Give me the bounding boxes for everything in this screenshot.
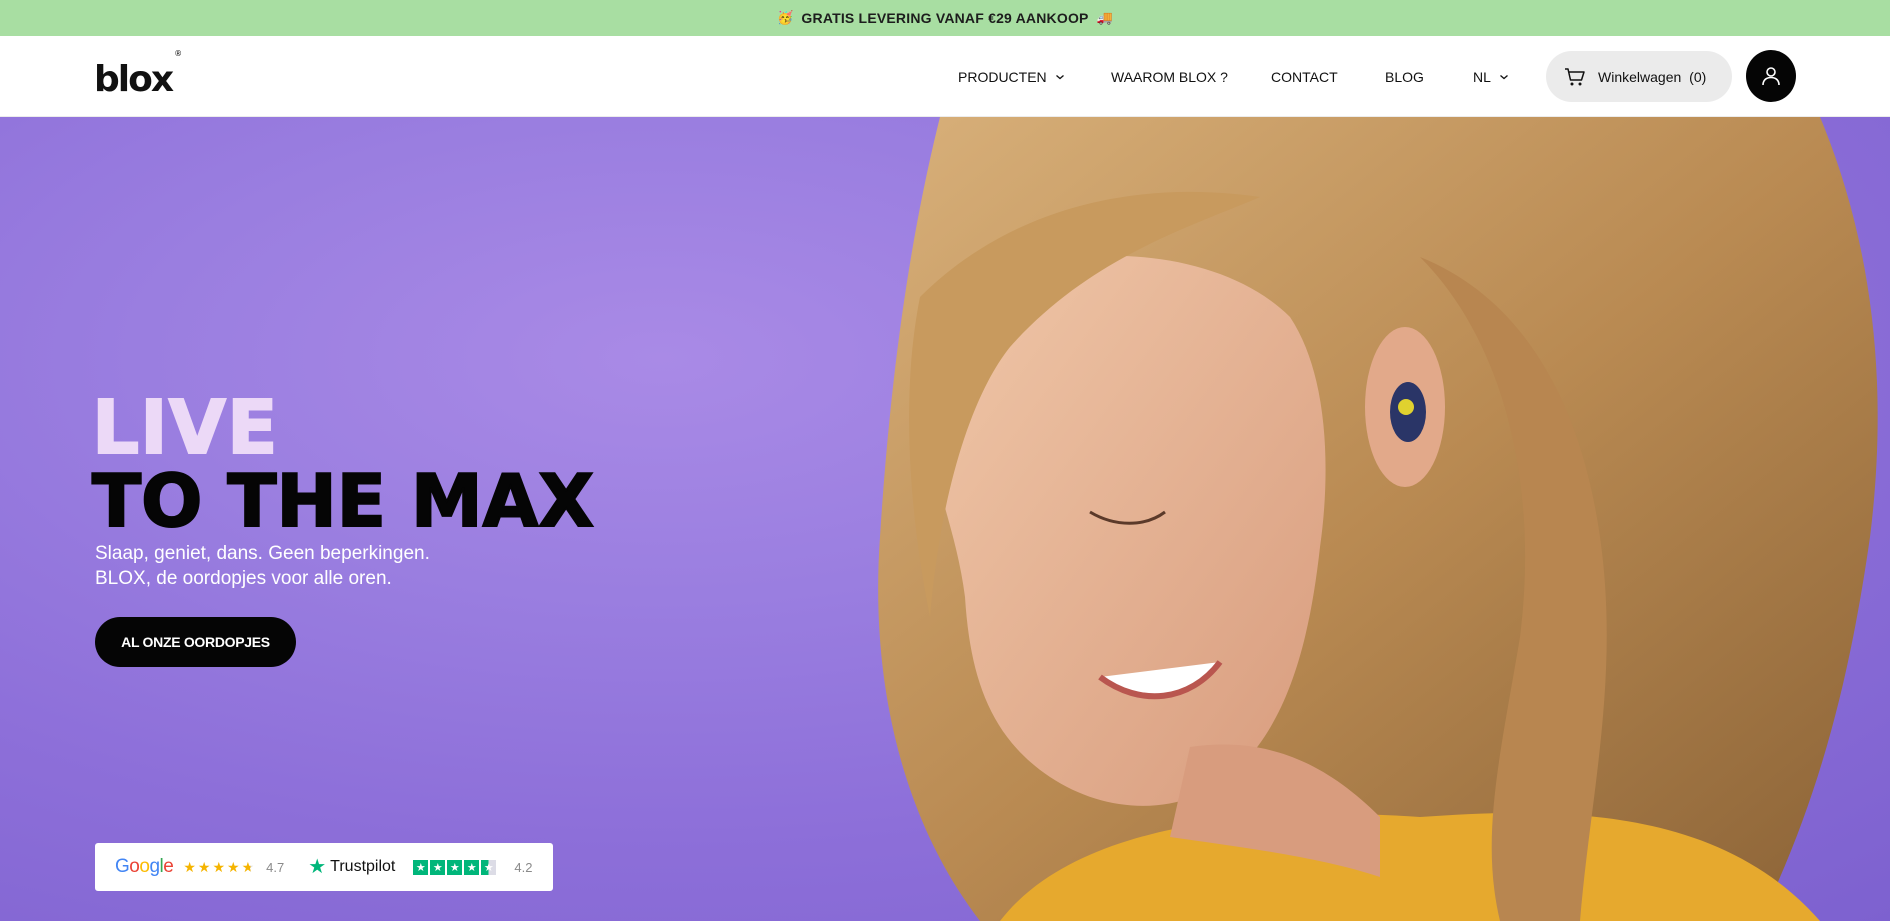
star-icon: ★ bbox=[447, 859, 463, 875]
star-icon: ★ bbox=[241, 858, 255, 875]
user-icon bbox=[1762, 67, 1780, 86]
star-icon: ★ bbox=[413, 859, 429, 875]
account-button[interactable] bbox=[1746, 50, 1796, 102]
hero-headline-line1: LIVE bbox=[91, 385, 279, 471]
cart-icon bbox=[1565, 67, 1585, 85]
logo[interactable]: blox® bbox=[94, 49, 182, 100]
star-icon: ★ bbox=[430, 859, 446, 875]
google-logo: Google bbox=[115, 856, 174, 877]
logo-text: blox bbox=[94, 59, 174, 100]
promo-bar: 🥳 GRATIS LEVERING VANAF €29 AANKOOP 🚚 bbox=[0, 0, 1890, 36]
nav-waarom-blox[interactable]: WAAROM BLOX ? bbox=[1111, 36, 1228, 117]
hero-section: LIVE TO THE MAX Slaap, geniet, dans. Gee… bbox=[0, 117, 1890, 921]
party-icon: 🥳 bbox=[777, 10, 794, 25]
hero-subline-1: Slaap, geniet, dans. Geen beperkingen. bbox=[95, 543, 430, 564]
nav-producten-label: PRODUCTEN bbox=[958, 68, 1047, 85]
nav-waarom-label: WAAROM BLOX ? bbox=[1111, 68, 1228, 85]
google-score: 4.7 bbox=[266, 859, 285, 875]
nav-contact[interactable]: CONTACT bbox=[1271, 36, 1338, 117]
trustpilot-score: 4.2 bbox=[514, 859, 533, 875]
nav-contact-label: CONTACT bbox=[1271, 68, 1338, 85]
ratings-badge[interactable]: Google ★ ★ ★ ★ ★ 4.7 ★ Trustpilot ★ ★ ★ ★ ★ 4.2 bbox=[95, 843, 553, 891]
chevron-down-icon bbox=[1499, 74, 1508, 79]
nav-producten[interactable]: PRODUCTEN bbox=[958, 36, 1065, 117]
cart-count: (0) bbox=[1689, 68, 1707, 85]
hero-photo-woman-with-earplug bbox=[878, 117, 1878, 921]
trustpilot-stars: ★ ★ ★ ★ ★ bbox=[413, 859, 497, 875]
nav-blog-label: BLOG bbox=[1385, 68, 1424, 85]
trustpilot-star-icon: ★ bbox=[308, 856, 327, 878]
star-icon: ★ bbox=[212, 858, 226, 875]
promo-text: GRATIS LEVERING VANAF €29 AANKOOP bbox=[801, 10, 1089, 26]
star-icon: ★ bbox=[197, 858, 211, 875]
truck-icon: 🚚 bbox=[1096, 10, 1113, 25]
shop-all-earplugs-button[interactable]: AL ONZE OORDOPJES bbox=[95, 617, 296, 667]
chevron-down-icon bbox=[1055, 74, 1064, 79]
hero-headline-line2: TO THE MAX bbox=[91, 459, 595, 543]
star-icon: ★ bbox=[227, 858, 240, 875]
star-icon: ★ bbox=[183, 858, 196, 875]
star-icon: ★ bbox=[464, 859, 480, 875]
google-stars: ★ ★ ★ ★ ★ bbox=[183, 859, 254, 876]
language-label: NL bbox=[1473, 68, 1491, 85]
trustpilot-logo: ★ Trustpilot bbox=[308, 856, 396, 878]
nav-blog[interactable]: BLOG bbox=[1385, 36, 1424, 117]
cart-label: Winkelwagen (0) bbox=[1598, 68, 1707, 85]
star-icon: ★ bbox=[481, 859, 497, 875]
registered-mark: ® bbox=[174, 49, 183, 58]
language-selector[interactable]: NL bbox=[1473, 36, 1509, 117]
hero-subline-2: BLOX, de oordopjes voor alle oren. bbox=[95, 568, 392, 589]
cart-button[interactable]: Winkelwagen (0) bbox=[1546, 51, 1732, 102]
site-header: blox® PRODUCTEN WAAROM BLOX ? CONTACT BL… bbox=[0, 36, 1890, 117]
